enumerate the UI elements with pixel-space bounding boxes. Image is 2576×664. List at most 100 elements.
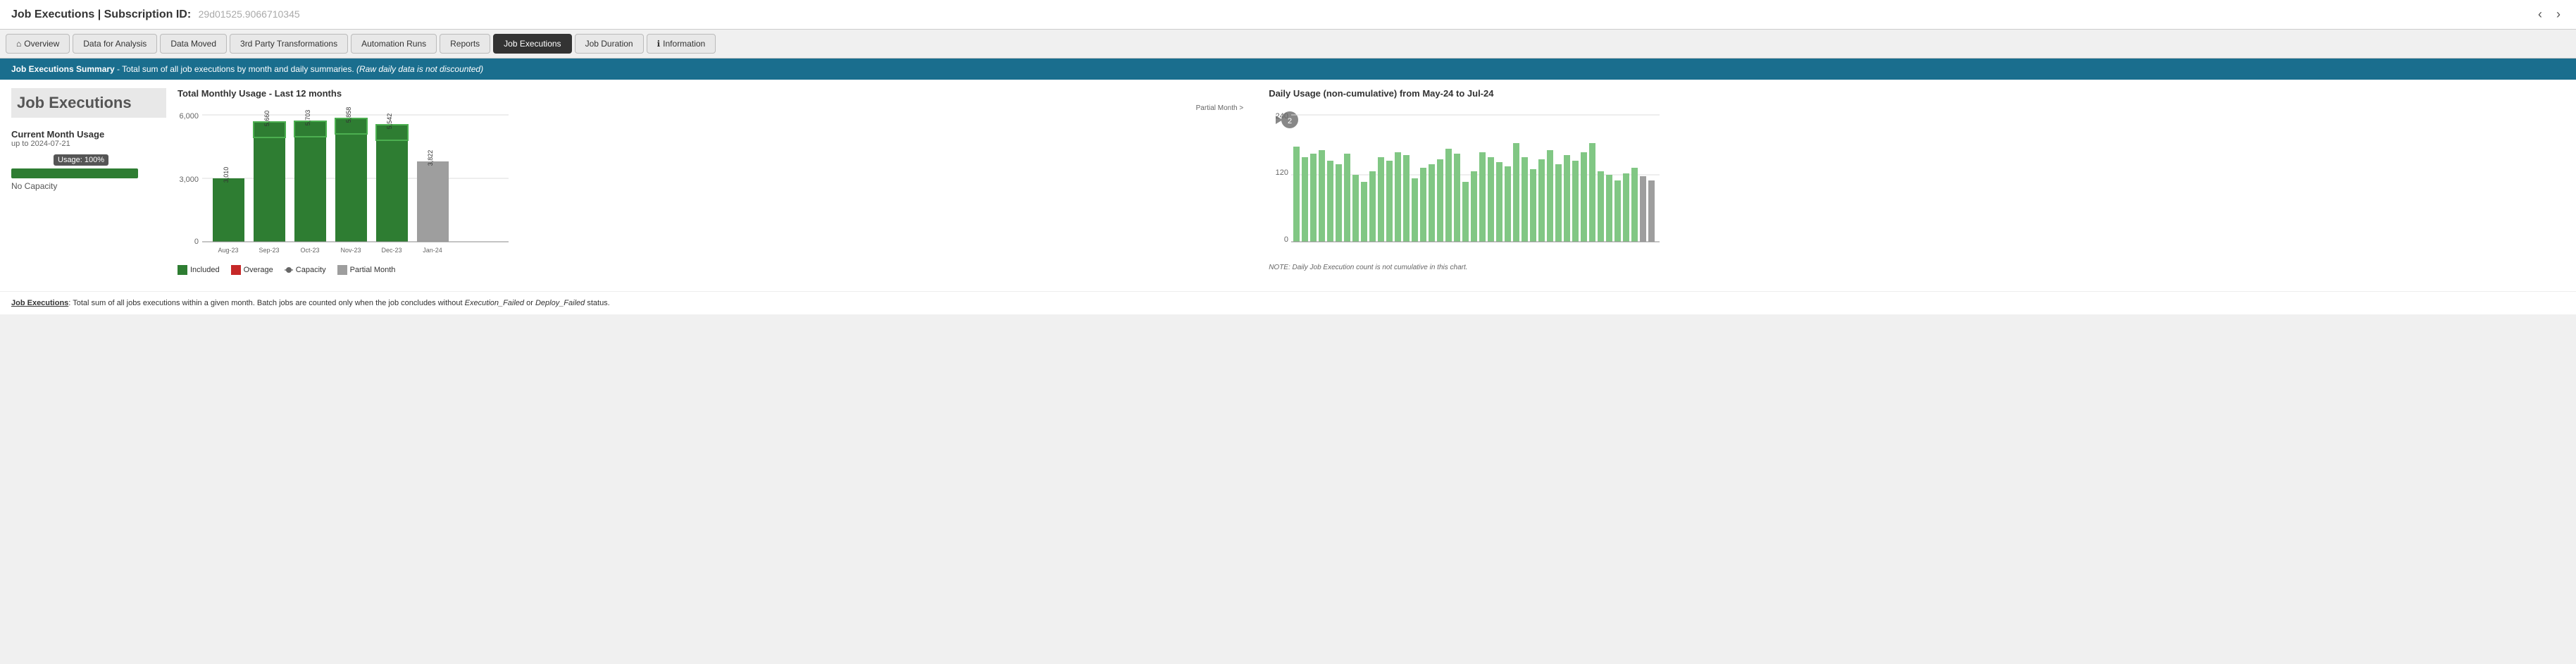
daily-bar-4 <box>1319 150 1325 242</box>
daily-bar-33 <box>1564 155 1570 242</box>
nav-tab-data-moved[interactable]: Data Moved <box>160 34 227 54</box>
daily-bar-2 <box>1302 157 1308 242</box>
current-month-date: up to 2024-07-21 <box>11 140 166 148</box>
summary-label: Job Executions Summary <box>11 64 115 74</box>
overage-label: Overage <box>244 266 273 274</box>
daily-bar-32 <box>1555 164 1562 242</box>
daily-bar-37 <box>1598 171 1604 242</box>
daily-bar-8 <box>1352 175 1359 242</box>
included-color-swatch <box>178 265 187 275</box>
middle-chart-title: Total Monthly Usage - Last 12 months <box>178 88 1257 99</box>
daily-bar-10 <box>1369 171 1376 242</box>
bar-sep23 <box>254 122 285 242</box>
footer-note: Job Executions: Total sum of all jobs ex… <box>0 291 2576 314</box>
capacity-dot <box>285 269 293 271</box>
daily-bar-30 <box>1538 159 1545 242</box>
middle-panel: Total Monthly Usage - Last 12 months Par… <box>178 88 1257 283</box>
daily-bar-40 <box>1623 173 1629 242</box>
included-label: Included <box>190 266 220 274</box>
svg-text:5,858: 5,858 <box>345 107 352 123</box>
bar-chart-wrapper: Partial Month > 6,000 3,000 0 3,010 5,66… <box>178 104 1257 259</box>
legend-included: Included <box>178 265 220 275</box>
footer-end: status. <box>585 299 609 307</box>
svg-text:3,010: 3,010 <box>223 167 230 183</box>
daily-bar-6 <box>1336 164 1342 242</box>
nav-tab-information[interactable]: ℹ Information <box>647 34 716 54</box>
left-panel: Job Executions Current Month Usage up to… <box>11 88 166 283</box>
nav-arrows: ‹ › <box>2534 6 2565 23</box>
daily-bar-22 <box>1471 171 1477 242</box>
info-icon: ℹ <box>657 39 661 49</box>
daily-bar-34 <box>1572 161 1579 242</box>
nav-tabs: ⌂ OverviewData for AnalysisData Moved3rd… <box>0 30 2576 59</box>
right-panel: Daily Usage (non-cumulative) from May-24… <box>1269 88 2565 283</box>
bar-oct23 <box>294 121 326 242</box>
daily-bar-28 <box>1522 157 1528 242</box>
nav-tab-reports[interactable]: Reports <box>440 34 490 54</box>
nav-tab-3rd-party[interactable]: 3rd Party Transformations <box>230 34 348 54</box>
content-area: Job Executions Current Month Usage up to… <box>0 80 2576 291</box>
daily-bar-23 <box>1479 152 1486 242</box>
current-month-section: Current Month Usage up to 2024-07-21 Usa… <box>11 129 166 191</box>
summary-text: - Total sum of all job executions by mon… <box>115 64 354 74</box>
right-chart-title: Daily Usage (non-cumulative) from May-24… <box>1269 88 2565 99</box>
capacity-label: Capacity <box>296 266 326 274</box>
footer-italic1: Execution_Failed <box>465 299 524 307</box>
nav-tab-overview[interactable]: ⌂ Overview <box>6 34 70 54</box>
daily-bar-43 <box>1648 180 1655 242</box>
svg-text:5,703: 5,703 <box>304 110 311 126</box>
bar-jan24 <box>417 161 449 242</box>
home-icon: ⌂ <box>16 39 21 49</box>
daily-bar-18 <box>1437 159 1443 242</box>
daily-chart-wrapper: 2 240 120 0 <box>1269 104 2565 259</box>
footer-link[interactable]: Job Executions <box>11 299 68 307</box>
prev-button[interactable]: ‹ <box>2534 6 2546 23</box>
nav-tab-automation-runs[interactable]: Automation Runs <box>351 34 437 54</box>
svg-text:120: 120 <box>1276 168 1288 177</box>
progress-bar-fill <box>11 168 138 178</box>
job-executions-heading: Job Executions <box>11 88 166 118</box>
daily-bar-13 <box>1395 152 1401 242</box>
app-title: Job Executions | Subscription ID: 29d015… <box>11 8 300 21</box>
daily-bar-39 <box>1614 180 1621 242</box>
daily-bar-1 <box>1293 147 1300 242</box>
daily-bar-21 <box>1462 182 1469 242</box>
progress-bar-container <box>11 168 138 178</box>
footer-italic2: Deploy_Failed <box>535 299 585 307</box>
daily-bar-24 <box>1488 157 1494 242</box>
summary-note: (Raw daily data is not discounted) <box>356 64 483 74</box>
chart-legend: Included Overage Capacity Partial Month <box>178 265 1257 275</box>
daily-bar-27 <box>1513 143 1519 242</box>
usage-tooltip: Usage: 100% <box>54 154 108 166</box>
daily-chart-svg: 2 240 120 0 <box>1269 104 1663 259</box>
nav-tab-data-for-analysis[interactable]: Data for Analysis <box>73 34 157 54</box>
svg-text:Aug-23: Aug-23 <box>218 247 238 254</box>
svg-text:Oct-23: Oct-23 <box>300 247 319 254</box>
svg-text:Nov-23: Nov-23 <box>340 247 361 254</box>
partial-month-label: Partial Month > <box>1196 104 1244 112</box>
bar-dec23 <box>376 125 408 242</box>
daily-bar-12 <box>1386 161 1393 242</box>
daily-bar-26 <box>1505 166 1511 242</box>
current-month-label: Current Month Usage <box>11 129 166 140</box>
daily-bar-14 <box>1403 155 1410 242</box>
nav-tab-job-executions[interactable]: Job Executions <box>493 34 571 54</box>
daily-bar-3 <box>1310 154 1317 242</box>
svg-text:Jan-24: Jan-24 <box>423 247 442 254</box>
daily-bar-42 <box>1640 176 1646 242</box>
legend-capacity: Capacity <box>285 266 326 274</box>
svg-text:6,000: 6,000 <box>179 112 199 121</box>
nav-tab-job-duration[interactable]: Job Duration <box>575 34 644 54</box>
subscription-id: 29d01525.9066710345 <box>199 8 300 20</box>
daily-bar-7 <box>1344 154 1350 242</box>
svg-text:5,660: 5,660 <box>263 111 270 127</box>
daily-bar-25 <box>1496 162 1502 242</box>
bar-nov23 <box>335 118 367 242</box>
svg-text:0: 0 <box>194 238 199 246</box>
daily-bar-16 <box>1420 168 1426 242</box>
svg-text:Dec-23: Dec-23 <box>381 247 402 254</box>
legend-partial: Partial Month <box>337 265 396 275</box>
bar-aug23 <box>213 178 244 242</box>
daily-bar-36 <box>1589 143 1595 242</box>
next-button[interactable]: › <box>2552 6 2565 23</box>
